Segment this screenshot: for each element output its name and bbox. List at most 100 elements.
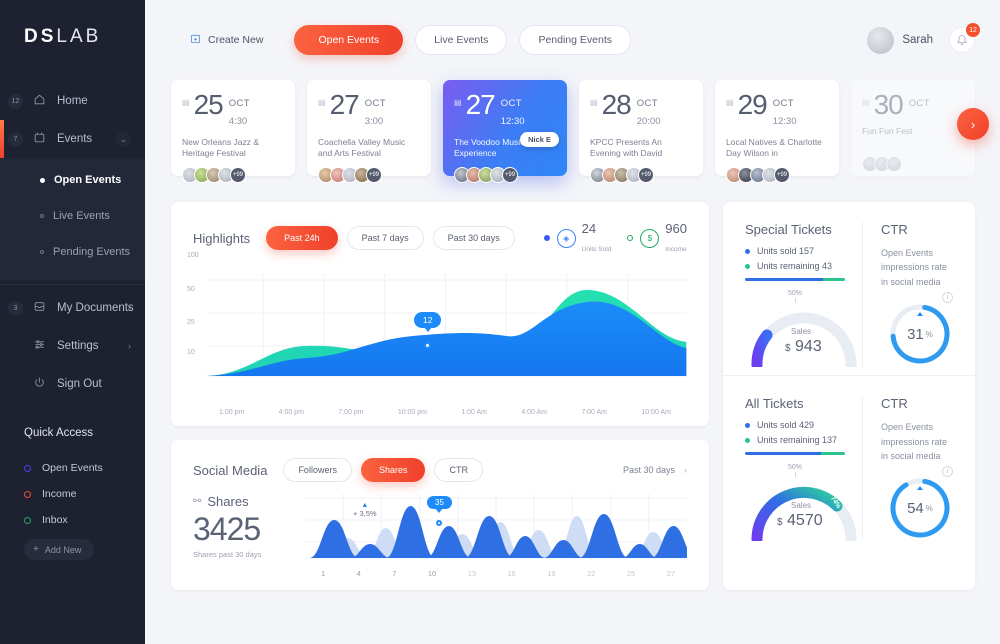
quick-label-income: Income: [42, 488, 77, 500]
shares-datapoint[interactable]: [436, 520, 442, 526]
sidebar-item-sign-out[interactable]: Sign Out: [0, 365, 145, 403]
sales-amount: 943: [795, 338, 822, 355]
add-new-label: Add New: [44, 544, 82, 555]
x-tick: 1: [321, 569, 326, 578]
avatar-more-count[interactable]: +99: [366, 166, 382, 183]
chevron-down-icon[interactable]: ⌄: [116, 131, 131, 147]
range-past-7-days[interactable]: Past 7 days: [346, 226, 424, 250]
sidebar-item-my-documents[interactable]: 3 My Documents ›: [0, 289, 145, 327]
event-month: OCT: [364, 98, 386, 109]
event-card[interactable]: ▤ 27 OCT 3:00 Coachella Valley Music and…: [307, 80, 431, 183]
event-card-featured[interactable]: ▤ 27 OCT 12:30 The Voodoo Music + Arts E…: [443, 80, 567, 183]
range-past-30-days[interactable]: Past 30 days: [432, 226, 515, 250]
sales-amount: 4570: [787, 512, 823, 530]
sidebar-item-home[interactable]: 12 Home: [0, 82, 145, 120]
midpoint-text: 50%: [787, 464, 802, 472]
ring-icon: [24, 490, 31, 498]
tab-pending-events[interactable]: Pending Events: [519, 25, 631, 55]
quick-label-open-events: Open Events: [42, 462, 103, 474]
tab-live-events[interactable]: Live Events: [415, 25, 508, 55]
stat-income: $ 960 Income: [627, 220, 687, 256]
sidebar-label-sign-out: Sign Out: [57, 378, 102, 390]
quick-item-inbox[interactable]: Inbox: [24, 507, 145, 533]
chevron-right-icon[interactable]: ›: [128, 303, 131, 313]
event-date-row: ▤ 30 OCT: [862, 91, 964, 119]
sidebar-label-open-events: Open Events: [54, 174, 122, 186]
quick-access-section: Quick Access Open Events Income Inbox + …: [0, 427, 145, 560]
event-attendees: +99: [182, 166, 284, 183]
documents-badge: 3: [8, 300, 23, 316]
event-date-row: ▤ 27 OCT 3:00: [318, 91, 420, 130]
event-time: 12:30: [500, 116, 525, 128]
legend-dot-icon: [745, 263, 750, 269]
quick-item-income[interactable]: Income: [24, 481, 145, 507]
event-card[interactable]: ▤ 29 OCT 12:30 Local Natives & Charlotte…: [715, 80, 839, 183]
carousel-next-button[interactable]: ›: [957, 108, 989, 140]
units-sold-icon: ◈: [556, 228, 576, 248]
event-card[interactable]: ▤ 30 OCT Fun Fun Fest: [851, 80, 975, 176]
tab-shares[interactable]: Shares: [360, 458, 426, 482]
progress-remaining: [821, 452, 845, 456]
main-content: Create New Open Events Live Events Pendi…: [145, 0, 1000, 644]
x-tick: 1:00 pm: [219, 409, 245, 416]
chevron-right-icon[interactable]: ›: [128, 341, 131, 351]
calendar-icon: ▤: [454, 98, 462, 107]
range-past-24h[interactable]: Past 24h: [266, 226, 338, 250]
chart-datapoint[interactable]: [424, 342, 431, 349]
income-label: Income: [665, 246, 687, 253]
user-area[interactable]: Sarah 12: [867, 23, 980, 54]
sidebar-item-settings[interactable]: Settings ›: [0, 327, 145, 365]
settings-icon: [27, 338, 51, 354]
shares-delta: ▲ + 3,5%: [353, 502, 377, 518]
avatar-more-count[interactable]: +99: [230, 166, 246, 183]
notifications-button[interactable]: 12: [949, 23, 980, 53]
x-axis-ticks: 1:00 pm 4:00 pm 7:00 pm 10:00 pm 1:00 Am…: [185, 405, 695, 416]
event-month-time: OCT 4:30: [229, 91, 250, 130]
event-card[interactable]: ▤ 25 OCT 4:30 New Orleans Jazz & Heritag…: [171, 80, 295, 183]
avatar-more-count[interactable]: +99: [774, 166, 790, 183]
event-attendees: +99: [454, 166, 556, 183]
event-month: OCT: [500, 98, 522, 109]
progress-sold: [745, 278, 823, 281]
highlights-header: Highlights Past 24h Past 7 days Past 30 …: [171, 202, 709, 262]
add-new-button[interactable]: + Add New: [24, 539, 95, 560]
quick-item-open-events[interactable]: Open Events: [24, 455, 145, 481]
share-icon: ⚯: [193, 496, 202, 507]
calendar-icon: ▤: [590, 98, 598, 107]
tab-open-events[interactable]: Open Events: [294, 25, 404, 55]
legend-dot-icon: [745, 248, 750, 254]
y-tick: 50: [187, 286, 195, 293]
event-title: KPCC Presents An Evening with David: [590, 136, 663, 159]
event-card[interactable]: ▤ 28 OCT 20:00 KPCC Presents An Evening …: [579, 80, 703, 183]
sidebar-item-live-events[interactable]: Live Events: [0, 198, 145, 234]
sidebar-label-settings: Settings: [57, 340, 99, 352]
event-time: 4:30: [228, 116, 248, 128]
sidebar-item-events[interactable]: 7 Events ⌄: [0, 120, 145, 158]
event-date-row: ▤ 29 OCT 12:30: [726, 91, 828, 130]
tickets-progress-bar: [745, 452, 845, 456]
event-day: 29: [737, 89, 768, 120]
left-column: Highlights Past 24h Past 7 days Past 30 …: [171, 202, 709, 590]
stat-text: 960 Income: [665, 220, 687, 256]
avatar-more-count[interactable]: +99: [638, 166, 654, 183]
calendar-icon: ▤: [318, 98, 326, 107]
tab-followers[interactable]: Followers: [283, 458, 352, 482]
social-media-panel: Social Media Followers Shares CTR Past 3…: [171, 440, 709, 590]
x-tick: 16: [507, 569, 516, 578]
event-day: 28: [601, 89, 632, 120]
sales-gauge: 74% Sales $ 4570: [745, 479, 863, 545]
social-range-selector[interactable]: Past 30 days ›: [623, 465, 687, 475]
avatar-more-count[interactable]: +99: [502, 166, 518, 183]
shares-tooltip: 35: [427, 496, 452, 513]
shares-delta-value: + 3,5%: [353, 509, 377, 518]
settings-badge: [8, 339, 23, 354]
legend-dot-icon: [745, 437, 750, 443]
ctr-value: 31: [907, 325, 924, 343]
legend-dot-icon: [745, 422, 750, 428]
ctr-value-wrap: 54 %: [887, 475, 953, 541]
tab-ctr[interactable]: CTR: [434, 458, 483, 482]
sidebar-item-open-events[interactable]: Open Events: [0, 162, 145, 198]
app-logo: DSLAB: [0, 0, 145, 48]
sidebar-item-pending-events[interactable]: Pending Events: [0, 234, 145, 270]
create-new-button[interactable]: Create New: [171, 25, 283, 55]
